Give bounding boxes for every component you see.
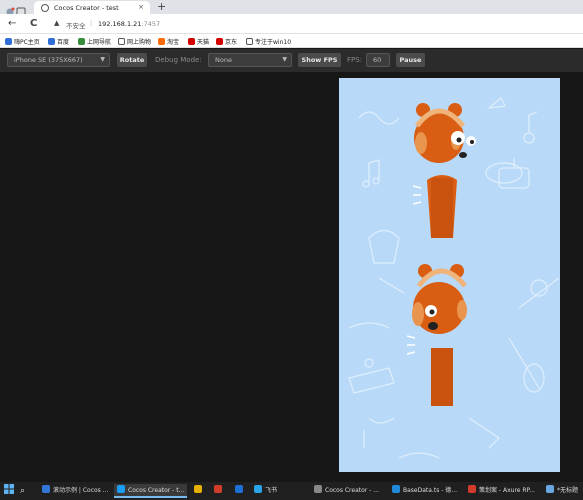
search-icon[interactable]: ⌕ xyxy=(20,484,25,498)
taskbar-item-active[interactable]: Cocos Creator - t... xyxy=(114,484,188,498)
url-input[interactable]: ▲ 不安全 | 192.168.1.21:7457 xyxy=(50,17,580,31)
feishu-icon xyxy=(254,485,262,493)
fps-input[interactable]: 60 xyxy=(366,53,390,67)
cocos-icon xyxy=(314,485,322,493)
folder-icon xyxy=(246,38,253,45)
bookmark-item[interactable]: 嗨PC主页 xyxy=(5,37,40,46)
paw-icon xyxy=(48,38,55,45)
bookmark-item[interactable]: 专注于win10 xyxy=(246,37,291,46)
taskbar-item[interactable]: 飞书 xyxy=(254,484,277,498)
edge-icon xyxy=(117,485,125,493)
game-canvas[interactable] xyxy=(339,78,560,472)
taskbar-item[interactable]: 策划案 - Axure RP... xyxy=(468,484,535,498)
debug-mode-select[interactable]: None ▼ xyxy=(208,53,292,67)
device-select[interactable]: iPhone SE (375X667) ▼ xyxy=(7,53,110,67)
taskbar-item[interactable]: Cocos Creator - ... xyxy=(314,484,379,498)
taskbar-item[interactable]: *无标题 xyxy=(546,484,578,498)
bookmark-item[interactable]: 上网导航 xyxy=(78,37,111,46)
debug-mode-value: None xyxy=(215,56,232,64)
taskbar-item[interactable] xyxy=(194,484,205,498)
url-host: 192.168.1.21 xyxy=(98,20,142,28)
url-text: 192.168.1.21:7457 xyxy=(98,20,160,28)
warning-icon[interactable]: ▲ xyxy=(54,19,59,27)
url-port: :7457 xyxy=(141,20,161,28)
address-bar-row: ← C ▲ 不安全 | 192.168.1.21:7457 xyxy=(0,14,583,34)
taskbar-item[interactable]: 滚动示例 | Cocos ... xyxy=(42,484,108,498)
tab-favicon-icon xyxy=(41,4,49,12)
tab-close-icon[interactable]: × xyxy=(138,3,144,11)
device-select-value: iPhone SE (375X667) xyxy=(14,56,83,64)
chevron-down-icon: ▼ xyxy=(100,56,105,63)
taskbar-item[interactable] xyxy=(214,484,225,498)
fps-value: 60 xyxy=(373,56,382,64)
tab-title: Cocos Creator - test xyxy=(54,4,119,12)
taskbar-item[interactable] xyxy=(235,484,246,498)
reload-icon[interactable]: C xyxy=(30,18,37,29)
bookmark-icon xyxy=(5,38,12,45)
bookmark-icon xyxy=(78,38,85,45)
browser-tab[interactable]: Cocos Creator - test × xyxy=(34,1,150,14)
new-tab-button[interactable]: + xyxy=(157,0,166,13)
pause-button[interactable]: Pause xyxy=(396,53,425,67)
window-controls xyxy=(6,2,28,17)
folder-icon xyxy=(194,485,202,493)
vscode-icon xyxy=(392,485,400,493)
bookmark-item[interactable]: 天猫 xyxy=(188,37,209,46)
notepad-icon xyxy=(546,485,554,493)
show-fps-button[interactable]: Show FPS xyxy=(298,53,341,67)
axure-icon xyxy=(468,485,476,493)
jd-icon xyxy=(216,38,223,45)
game-scene xyxy=(348,97,560,459)
bookmarks-bar: 嗨PC主页 百度 上网导航 网上购物 淘宝 天猫 京东 专注于win10 xyxy=(0,34,583,48)
folder-icon xyxy=(118,38,125,45)
preview-toolbar: iPhone SE (375X667) ▼ Rotate Debug Mode:… xyxy=(0,49,583,72)
bookmark-item[interactable]: 网上购物 xyxy=(118,37,151,46)
back-arrow-icon[interactable]: ← xyxy=(8,18,16,29)
tmall-icon xyxy=(188,38,195,45)
security-status[interactable]: 不安全 xyxy=(66,20,86,30)
windows-taskbar: ⌕ 滚动示例 | Cocos ... Cocos Creator - t... … xyxy=(0,482,583,500)
taobao-icon xyxy=(158,38,165,45)
wps-icon xyxy=(214,485,222,493)
fps-label: FPS: xyxy=(347,56,363,64)
bookmark-item[interactable]: 淘宝 xyxy=(158,37,179,46)
browser-tab-bar: Cocos Creator - test × + xyxy=(0,0,583,17)
debug-mode-label: Debug Mode: xyxy=(155,56,202,64)
character-bottom[interactable] xyxy=(406,264,467,406)
windows-start-icon[interactable] xyxy=(4,484,16,498)
taskbar-item[interactable]: BaseData.ts - 德... xyxy=(392,484,457,498)
rotate-button[interactable]: Rotate xyxy=(117,53,147,67)
bookmark-item[interactable]: 百度 xyxy=(48,37,69,46)
character-top[interactable] xyxy=(412,103,476,238)
chevron-down-icon: ▼ xyxy=(282,56,287,63)
edge-icon xyxy=(42,485,50,493)
app-icon xyxy=(235,485,243,493)
bookmark-item[interactable]: 京东 xyxy=(216,37,237,46)
